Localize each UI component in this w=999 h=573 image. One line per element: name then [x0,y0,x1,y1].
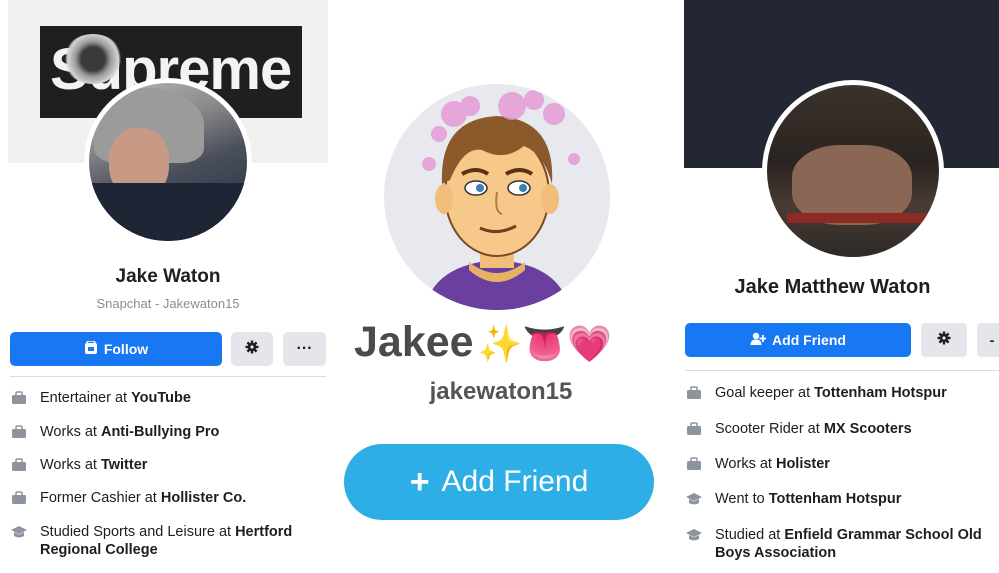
graduation-cap-icon [685,491,703,507]
info-prefix: Works at [40,424,101,440]
facebook-profile-panel-2: Jake Matthew Waton Add Friend - Goal kee… [666,0,999,573]
profile-subtitle: Snapchat - Jakewaton15 [96,296,240,311]
info-text: Works at Twitter [40,456,147,474]
snapchat-profile-panel: Jakee ✨👅💗 jakewaton15 + Add Friend [336,0,666,573]
info-text: Studied at Enfield Grammar School Old Bo… [715,526,995,562]
bitmoji-avatar[interactable] [384,84,610,310]
info-text: Works at Holister [715,455,830,473]
briefcase-icon [10,457,28,473]
divider [685,370,999,371]
follow-button[interactable]: Follow [10,332,222,366]
info-prefix: Works at [40,457,101,473]
follow-label: Follow [103,341,149,357]
add-friend-label: Add Friend [772,332,846,348]
divider [10,376,326,377]
info-row-education-1: Went to Tottenham Hotspur [685,490,999,508]
info-row-work-2: Works at Anti-Bullying Pro [10,423,326,441]
info-prefix: Entertainer at [40,390,132,406]
briefcase-icon [10,490,28,506]
graduation-cap-icon [685,527,703,543]
gear-icon [937,331,951,350]
info-prefix: Scooter Rider at [715,421,824,437]
snapchat-username: jakewaton15 [429,378,573,405]
info-link[interactable]: Twitter [101,457,147,473]
info-prefix: Studied at [715,527,785,543]
info-link[interactable]: Tottenham Hotspur [814,385,947,401]
plus-icon: + [409,462,430,501]
bitmoji-illustration [422,90,580,310]
avatar-waistband-shape [787,213,927,223]
info-text: Goal keeper at Tottenham Hotspur [715,384,947,402]
add-friend-label: Add Friend [441,465,589,498]
briefcase-icon [685,456,703,472]
info-text: Works at Anti-Bullying Pro [40,423,219,441]
add-friend-icon [750,332,767,349]
info-text: Former Cashier at Hollister Co. [40,489,246,507]
profile-avatar[interactable] [762,80,944,262]
info-prefix: Works at [715,456,776,472]
facebook-profile-panel-1: Supreme Jake Waton Snapchat - Jakewaton1… [0,0,336,573]
info-link[interactable]: Holister [776,456,830,472]
graduation-cap-icon [10,524,28,540]
profile-name: Jake Waton [115,266,221,287]
info-row-work-4: Former Cashier at Hollister Co. [10,489,326,507]
briefcase-icon [10,390,28,406]
info-link[interactable]: Hollister Co. [161,490,246,506]
display-name-emojis: ✨👅💗 [477,323,613,364]
info-row-work-3: Works at Twitter [10,456,326,474]
info-row-work-1: Goal keeper at Tottenham Hotspur [685,384,999,402]
follow-icon [84,339,98,358]
info-row-work-3: Works at Holister [685,455,999,473]
info-link[interactable]: Anti-Bullying Pro [101,424,219,440]
info-prefix: Goal keeper at [715,385,815,401]
info-row-education-2: Studied at Enfield Grammar School Old Bo… [685,526,995,562]
display-name-text: Jakee [354,318,474,366]
gear-icon [245,340,259,359]
profile-name: Jake Matthew Waton [734,276,931,298]
info-row-work-1: Entertainer at YouTube [10,389,326,407]
briefcase-icon [685,421,703,437]
info-text: Studied Sports and Leisure at Hertford R… [40,523,326,559]
info-row-education: Studied Sports and Leisure at Hertford R… [10,523,326,559]
info-text: Went to Tottenham Hotspur [715,490,901,508]
briefcase-icon [10,424,28,440]
info-link[interactable]: MX Scooters [824,421,912,437]
info-text: Entertainer at YouTube [40,389,191,407]
add-friend-button[interactable]: Add Friend [685,323,911,357]
info-row-work-2: Scooter Rider at MX Scooters [685,420,999,438]
more-options-button[interactable]: - [977,323,999,357]
snapchat-display-name: Jakee ✨👅💗 [354,318,612,367]
settings-button[interactable] [921,323,967,357]
info-text: Scooter Rider at MX Scooters [715,420,912,438]
info-link[interactable]: YouTube [131,390,191,406]
more-icon: - [989,332,995,348]
more-icon: ··· [296,340,313,357]
info-link[interactable]: Tottenham Hotspur [769,491,902,507]
bullet-hole-graphic [63,34,123,84]
add-friend-button[interactable]: + Add Friend [344,444,654,520]
profile-avatar[interactable] [84,78,252,246]
settings-button[interactable] [231,332,273,366]
info-prefix: Went to [715,491,769,507]
avatar-jacket-shape [89,183,247,241]
more-options-button[interactable]: ··· [283,332,326,366]
info-prefix: Former Cashier at [40,490,161,506]
info-prefix: Studied Sports and Leisure at [40,524,236,540]
briefcase-icon [685,385,703,401]
